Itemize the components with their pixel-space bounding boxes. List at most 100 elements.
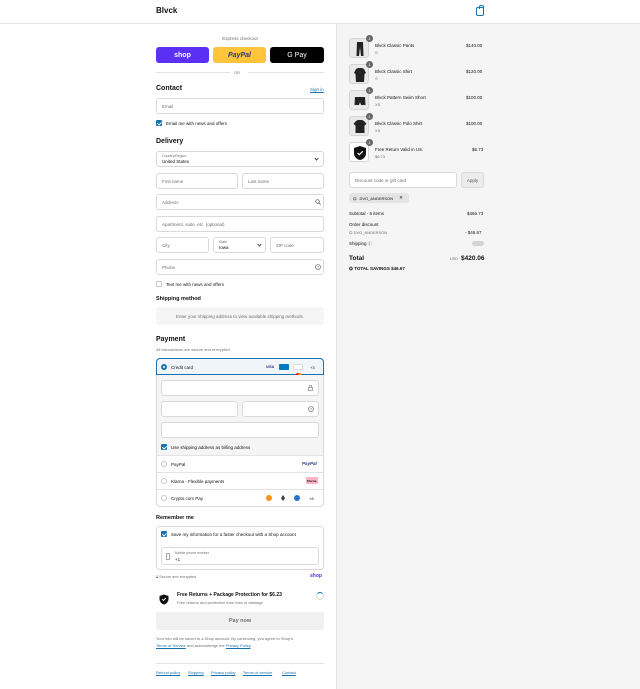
card-number-field[interactable] [161,380,319,396]
help-icon[interactable]: ⓘ [368,241,372,246]
visa-icon: VISA [266,365,275,369]
help-icon[interactable]: ? [308,406,314,412]
quantity-badge: 1 [366,61,373,68]
email-news-checkbox[interactable] [156,120,162,126]
country-value: United States [162,159,190,164]
lock-icon: 🔒︎ [156,575,159,579]
google-pay-button[interactable]: G Pay [270,47,324,63]
product-thumbnail [349,142,369,162]
paypal-option[interactable]: PayPal PayPal [157,456,323,472]
amex-icon [279,364,289,370]
footer-refund-policy-link[interactable]: Refund policy [156,670,180,675]
subtotal-label: Subtotal · 5 items [349,211,385,216]
shop-logo: shop [310,573,322,579]
quantity-badge: 1 [366,87,373,94]
crypto-option[interactable]: Crypto.com Pay +8 [157,490,323,506]
item-price: $140.00 [466,43,483,48]
credit-card-label: Credit card [171,365,194,370]
bitcoin-icon [266,495,272,501]
quantity-badge: 1 [366,113,373,120]
billing-address-checkbox[interactable] [161,444,167,450]
shipping-method-heading: Shipping method [156,296,201,302]
or-divider-left [156,72,230,73]
svg-text:?: ? [310,407,312,411]
help-icon[interactable]: ? [315,264,321,270]
expiration-field[interactable] [161,401,238,417]
usdc-icon [294,495,300,501]
privacy-policy-link[interactable]: Privacy Policy [226,643,251,648]
mobile-phone-field[interactable]: Mobile phone number +1 [161,547,319,565]
discount-code-field[interactable]: Discount code or gift card [349,172,457,188]
item-price: $120.00 [466,69,483,74]
shipping-method-text: Enter your shipping address to view avai… [175,314,305,319]
crypto-label: Crypto.com Pay [171,496,204,501]
klarna-option[interactable]: Klarna - Flexible payments Klarna. [157,473,323,489]
footer-shipping-link[interactable]: Shipping [188,670,204,675]
legal-and: and acknowledge the [186,643,225,648]
or-divider-right [248,72,324,73]
shipping-label: Shipping ⓘ [349,241,372,247]
footer-privacy-policy-link[interactable]: Privacy policy [211,670,235,675]
more-cards-badge: +3 [310,365,315,370]
shipping-label-text: Shipping [349,241,367,246]
legal-end: . [250,643,252,648]
protection-title: Free Returns + Package Protection for $6… [177,592,282,598]
text-news-checkbox[interactable] [156,281,162,287]
zip-field[interactable]: ZIP code [270,237,324,253]
text-news-label: Text me with news and offers [166,282,224,287]
first-name-field[interactable]: First name [156,173,238,189]
shopping-bag-icon[interactable] [476,5,484,16]
address-field[interactable]: Address [156,194,324,210]
email-field[interactable]: Email [156,98,324,114]
remember-me-heading: Remember me [156,515,194,521]
save-info-checkbox[interactable] [161,531,167,537]
shop-pay-button[interactable]: shop [156,47,209,63]
close-icon[interactable]: ✕ [399,195,403,201]
email-news-label: Email me with news and offers [166,121,227,126]
total-value: $420.06 [461,255,485,262]
pay-now-button[interactable]: Pay now [156,612,324,630]
paypal-logo: PayPal [302,461,317,466]
payment-heading: Payment [156,336,186,343]
header: Blvck [0,0,640,24]
protection-toggle[interactable] [316,592,324,600]
last-name-field[interactable]: Last name [242,173,324,189]
svg-text:?: ? [317,265,319,269]
apply-button[interactable]: Apply [461,172,484,188]
delivery-heading: Delivery [156,138,184,145]
mobile-phone-icon [166,553,170,560]
tag-icon: ⏣ [353,195,357,201]
item-variant: S [375,50,378,55]
paypal-label: PayPal [171,462,186,467]
city-field[interactable]: City [156,237,209,253]
apartment-field[interactable]: Apartment, suite, etc. (optional) [156,216,324,232]
footer-terms-link[interactable]: Terms of service [243,670,272,675]
state-label: State [219,240,228,244]
credit-card-radio[interactable] [161,364,167,370]
paypal-button[interactable]: PayPal [213,47,266,63]
item-name: Free Return Valid in US. [375,147,424,152]
footer-contact-link[interactable]: Contact [282,670,296,675]
secure-encrypted-label: Secure and encrypted [159,575,197,579]
zip-placeholder: ZIP code [276,243,294,248]
country-select[interactable]: Country/Region United States [156,151,324,167]
billing-address-label: Use shipping address as billing address [171,445,251,450]
tag-icon: ⏣ [349,266,353,271]
name-on-card-field[interactable] [161,422,319,438]
terms-of-service-link[interactable]: Terms of Service [156,643,186,648]
store-logo[interactable]: Blvck [156,6,177,15]
klarna-radio[interactable] [161,478,167,484]
lock-icon [308,385,313,391]
currency-code: USD [450,257,459,261]
total-savings-line: ⏣ TOTAL SAVINGS $46.67 [349,266,405,272]
shield-icon [354,146,366,160]
express-checkout-title: Express checkout [222,36,258,41]
phone-field[interactable]: Phone ? [156,259,324,275]
sign-in-link[interactable]: Sign in [310,87,324,92]
security-code-field[interactable]: ? [242,401,319,417]
credit-card-option[interactable]: Credit card VISA +3 [156,358,324,377]
paypal-radio[interactable] [161,461,167,467]
discount-code-text: DVO_ANDERSON [353,230,388,235]
state-select[interactable]: State Iowa [213,237,266,253]
crypto-radio[interactable] [161,495,167,501]
